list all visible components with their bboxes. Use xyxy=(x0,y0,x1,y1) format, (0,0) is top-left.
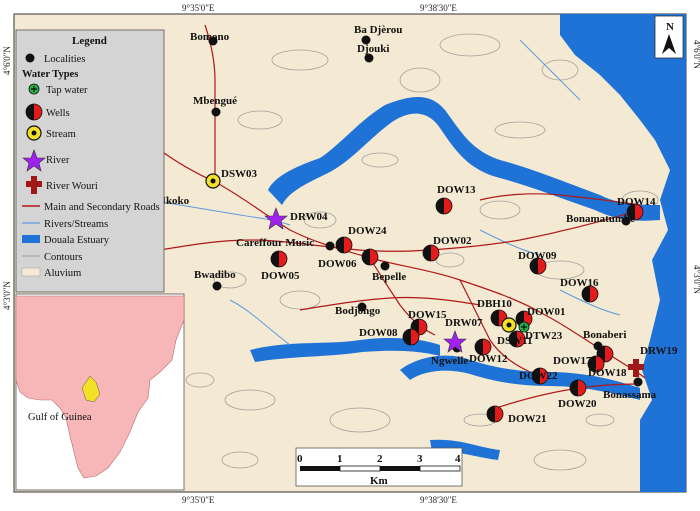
scale-tick-3: 3 xyxy=(417,453,423,465)
map-label-dow24: DOW24 xyxy=(348,225,387,237)
scale-unit: Km xyxy=(370,475,388,487)
map-label-dow17: DOW17 xyxy=(553,355,592,367)
map-label-drw04: DRW04 xyxy=(290,211,328,223)
map-label-dow14: DOW14 xyxy=(617,196,656,208)
map-label-dow15: DOW15 xyxy=(408,309,447,321)
inset-gulf-label: Gulf of Guinea xyxy=(28,412,92,423)
scale-bar: 0 1 2 3 4 Km xyxy=(295,447,463,487)
inset-africa-map: Gulf of Guinea xyxy=(15,293,185,491)
map-label-bepelle: Bepelle xyxy=(372,271,406,283)
coord-top-right: 9°38'30"E xyxy=(420,3,457,13)
legend-alluvium: Aluvium xyxy=(44,268,81,279)
map-label-dow01: DOW01 xyxy=(527,306,566,318)
map-label-drw19: DRW19 xyxy=(640,345,678,357)
map-label-bwadibo: Bwadibo xyxy=(194,269,236,281)
map-label-ba-dj-rou: Ba Djèrou xyxy=(354,24,402,36)
map-label-drw07: DRW07 xyxy=(445,317,483,329)
legend-tap-icon xyxy=(28,83,40,95)
map-label-dsw03: DSW03 xyxy=(221,168,258,180)
legend: Legend Localities Water Types Tap water … xyxy=(15,29,165,293)
coord-right-top: 4°6'0"N xyxy=(692,40,700,69)
coord-top-left: 9°35'0"E xyxy=(182,3,215,13)
locality-marker xyxy=(212,281,222,291)
stream-marker-icon xyxy=(205,173,221,189)
well-marker-icon xyxy=(270,250,288,268)
legend-title: Legend xyxy=(72,35,107,47)
well-marker-icon xyxy=(435,197,453,215)
map-label-dow08: DOW08 xyxy=(359,327,398,339)
legend-contours: Contours xyxy=(44,252,83,263)
stream-marker-icon xyxy=(501,317,517,333)
well-marker-icon xyxy=(422,244,440,262)
scale-tick-2: 2 xyxy=(377,453,383,465)
legend-estuary: Douala Estuary xyxy=(44,235,110,246)
map-label-ngwelle: Ngwelle xyxy=(431,355,468,367)
coord-right-bottom: 4°3'0"N xyxy=(692,265,700,294)
well-marker-icon xyxy=(402,328,420,346)
locality-marker xyxy=(633,377,643,387)
map-label-dow21: DOW21 xyxy=(508,413,547,425)
map-label-bonamatumbe: Bonamatumbe xyxy=(566,213,635,225)
locality-marker xyxy=(211,107,221,117)
map-label-bomono: Bomono xyxy=(190,31,230,43)
map-label-dsw11: DSW11 xyxy=(497,335,532,347)
scale-tick-4: 4 xyxy=(455,453,461,465)
legend-tap: Tap water xyxy=(46,85,88,96)
tap-water-marker-icon xyxy=(518,321,530,333)
svg-text:N: N xyxy=(666,21,674,33)
map-label-dow06: DOW06 xyxy=(318,258,357,270)
map-label-bonaberi: Bonaberi xyxy=(583,329,626,341)
locality-marker xyxy=(325,241,335,251)
legend-well-icon xyxy=(25,103,43,121)
map-label-dow09: DOW09 xyxy=(518,250,557,262)
well-marker-icon xyxy=(569,379,587,397)
map-label-careffour-music: Careffour Music xyxy=(236,237,314,249)
legend-localities: Localities xyxy=(44,54,85,65)
map-label-dow18: DOW18 xyxy=(588,367,627,379)
map-figure: 9°35'0"E 9°38'30"E 9°35'0"E 9°38'30"E 4°… xyxy=(0,0,700,506)
map-label-dow16: DOW16 xyxy=(560,277,599,289)
map-label-dbh10: DBH10 xyxy=(477,298,512,310)
legend-water-types: Water Types xyxy=(22,69,78,80)
map-label-dow05: DOW05 xyxy=(261,270,300,282)
map-label-dow12: DOW12 xyxy=(469,353,508,365)
legend-stream-icon xyxy=(26,125,42,141)
legend-wells: Wells xyxy=(46,108,70,119)
north-arrow-icon: N xyxy=(654,15,684,59)
locality-marker xyxy=(380,261,390,271)
scale-tick-1: 1 xyxy=(337,453,343,465)
map-label-dow20: DOW20 xyxy=(558,398,597,410)
map-canvas: 9°35'0"E 9°38'30"E 9°35'0"E 9°38'30"E 4°… xyxy=(0,0,700,506)
well-marker-icon xyxy=(361,248,379,266)
legend-river: River xyxy=(46,155,70,166)
coord-bottom-left: 9°35'0"E xyxy=(182,495,215,505)
map-label-mbengu-: Mbengué xyxy=(193,95,237,107)
map-label-bonassama: Bonassama xyxy=(603,389,657,401)
legend-rivers-streams: Rivers/Streams xyxy=(44,219,108,230)
map-label-bodjongo: Bodjongo xyxy=(335,305,381,317)
scale-tick-0: 0 xyxy=(297,453,303,465)
coord-left-bottom: 4°3'0"N xyxy=(2,281,12,310)
map-label-dow02: DOW02 xyxy=(433,235,472,247)
coord-left-top: 4°6'0"N xyxy=(2,46,12,75)
legend-roads: Main and Secondary Roads xyxy=(44,202,160,213)
well-marker-icon xyxy=(486,405,504,423)
coord-bottom-right: 9°38'30"E xyxy=(420,495,457,505)
legend-wouri: River Wouri xyxy=(46,181,98,192)
well-marker-icon xyxy=(335,236,353,254)
map-label-dow13: DOW13 xyxy=(437,184,476,196)
legend-stream: Stream xyxy=(46,129,76,140)
map-label-dow22: DOW22 xyxy=(519,370,558,382)
legend-locality-icon xyxy=(25,53,35,63)
map-label-djouki: Djouki xyxy=(357,43,389,55)
